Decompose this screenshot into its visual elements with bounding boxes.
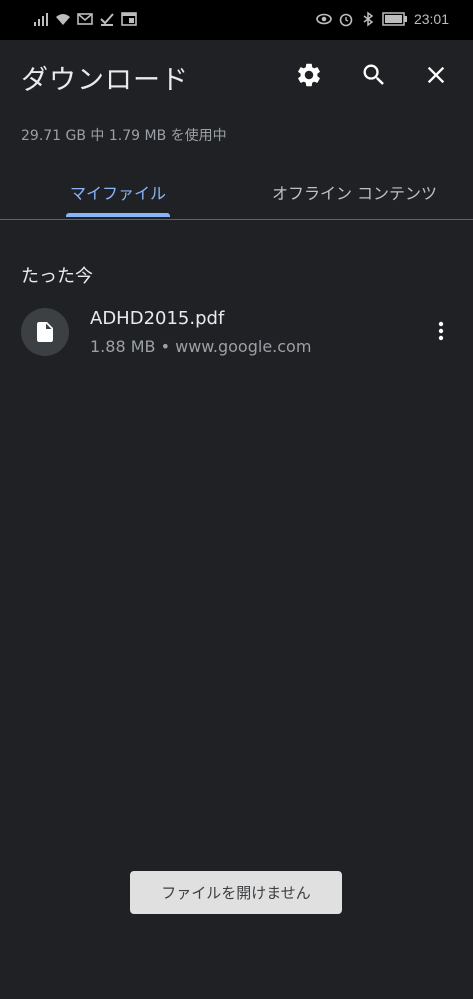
- eye-icon: [316, 13, 332, 25]
- section-header-just-now: たった今: [21, 266, 93, 287]
- search-icon: [363, 64, 384, 85]
- app-bar: ダウンロード: [0, 40, 473, 112]
- battery-icon: [382, 12, 407, 26]
- file-avatar: [21, 308, 69, 356]
- search-button[interactable]: [358, 59, 390, 91]
- page-title: ダウンロード: [21, 65, 189, 96]
- close-icon: [427, 66, 445, 84]
- close-button[interactable]: [420, 59, 452, 91]
- tab-offline-content[interactable]: オフライン コンテンツ: [236, 165, 473, 219]
- toast-message: ファイルを開けません: [130, 871, 342, 914]
- tab-my-files[interactable]: マイファイル: [0, 165, 236, 219]
- status-bar-right-icons: 23:01: [316, 11, 449, 27]
- bluetooth-icon: [363, 11, 374, 27]
- storage-usage-text: 29.71 GB 中 1.79 MB を使用中: [21, 128, 227, 144]
- gear-icon: [298, 63, 320, 87]
- mail-icon: [77, 13, 93, 25]
- wifi-icon: [56, 14, 70, 25]
- settings-button[interactable]: [293, 59, 325, 91]
- more-vert-icon: [438, 321, 444, 341]
- alarm-icon: [339, 13, 353, 27]
- signal-icon: [34, 13, 48, 26]
- tab-bar: マイファイル オフライン コンテンツ: [0, 165, 473, 220]
- file-meta: 1.88 MB • www.google.com: [90, 337, 312, 356]
- file-icon: [37, 322, 53, 342]
- status-bar-left-icons: [33, 11, 137, 27]
- file-name: ADHD2015.pdf: [90, 308, 225, 329]
- active-tab-indicator: [66, 213, 170, 217]
- status-time: 23:01: [413, 11, 449, 27]
- more-options-button[interactable]: [426, 316, 456, 346]
- window-icon: [121, 12, 137, 26]
- download-done-icon: [100, 13, 114, 26]
- status-bar: 23:01: [0, 0, 473, 40]
- download-list-item[interactable]: ADHD2015.pdf 1.88 MB • www.google.com: [0, 296, 473, 366]
